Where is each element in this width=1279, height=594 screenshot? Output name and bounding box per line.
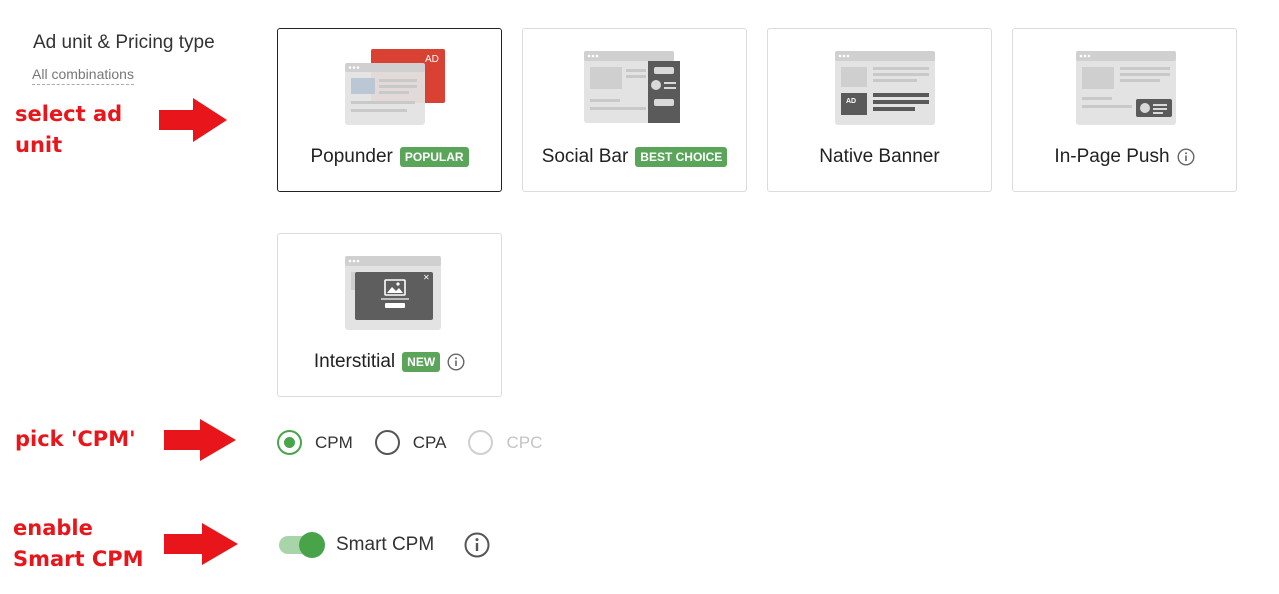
card-label: Social Bar — [541, 146, 629, 167]
card-label-row: Social Bar BEST CHOICE — [523, 146, 746, 168]
pricing-type-radio-group: CPM CPA CPC — [277, 430, 564, 455]
interstitial-illustration-icon: ✕ — [344, 256, 441, 330]
ad-unit-card-in-page-push[interactable]: In-Page Push — [1012, 28, 1237, 192]
annotation-line-2: unit — [15, 133, 63, 157]
native-banner-illustration-icon: AD — [834, 51, 935, 125]
card-label-row: In-Page Push — [1013, 146, 1236, 168]
new-badge: NEW — [402, 352, 441, 372]
ad-badge-text: AD — [846, 98, 856, 105]
annotation-line-2: Smart CPM — [13, 547, 144, 571]
card-label: Native Banner — [819, 146, 940, 167]
section-title: Ad unit & Pricing type — [33, 32, 215, 53]
info-icon[interactable] — [447, 353, 465, 371]
annotation-line-1: enable — [13, 516, 93, 540]
radio-button-cpm[interactable] — [277, 430, 302, 455]
radio-option-cpc: CPC — [468, 430, 542, 455]
best-choice-badge: BEST CHOICE — [635, 147, 728, 167]
radio-option-cpm[interactable]: CPM — [277, 430, 353, 455]
annotation-arrow-icon — [164, 523, 238, 565]
popunder-illustration-icon: AD — [344, 49, 445, 125]
ad-unit-card-native-banner[interactable]: AD Native Banner — [767, 28, 992, 192]
ad-unit-card-interstitial[interactable]: ✕ Interstitial NEW — [277, 233, 502, 397]
card-label: Interstitial — [313, 351, 396, 372]
in-page-push-illustration-icon — [1075, 51, 1176, 125]
all-combinations-link[interactable]: All combinations — [32, 66, 134, 85]
ad-unit-card-popunder[interactable]: AD Popunder POPULAR — [277, 28, 502, 192]
card-label-row: Interstitial NEW — [278, 351, 501, 373]
ad-unit-card-social-bar[interactable]: Social Bar BEST CHOICE — [522, 28, 747, 192]
radio-button-cpa[interactable] — [374, 430, 400, 455]
annotation-arrow-icon — [164, 419, 236, 461]
radio-label: CPM — [315, 432, 353, 452]
ad-badge-text: AD — [425, 54, 439, 65]
smart-cpm-toggle[interactable] — [279, 531, 325, 559]
svg-text:✕: ✕ — [423, 273, 430, 282]
card-label: In-Page Push — [1054, 146, 1170, 167]
radio-option-cpa[interactable]: CPA — [374, 430, 447, 455]
annotation-select-ad-unit: select ad unit — [15, 99, 122, 161]
smart-cpm-label: Smart CPM — [336, 534, 435, 555]
annotation-line-1: select ad — [15, 102, 123, 126]
smart-cpm-row: Smart CPM — [279, 531, 490, 559]
card-label-row: Popunder POPULAR — [278, 146, 501, 168]
radio-button-cpc — [468, 430, 494, 455]
popular-badge: POPULAR — [399, 147, 469, 167]
annotation-pick-cpm: pick 'CPM' — [15, 427, 136, 451]
annotation-arrow-icon — [159, 98, 227, 142]
social-bar-illustration-icon — [583, 51, 680, 123]
info-icon[interactable] — [1177, 148, 1195, 166]
annotation-enable-smart-cpm: enable Smart CPM — [13, 513, 144, 575]
info-icon[interactable] — [464, 532, 490, 558]
radio-label: CPA — [412, 432, 447, 452]
toggle-knob — [299, 532, 325, 558]
card-label: Popunder — [310, 146, 393, 167]
radio-label: CPC — [506, 432, 543, 452]
card-label-row: Native Banner — [768, 146, 991, 168]
